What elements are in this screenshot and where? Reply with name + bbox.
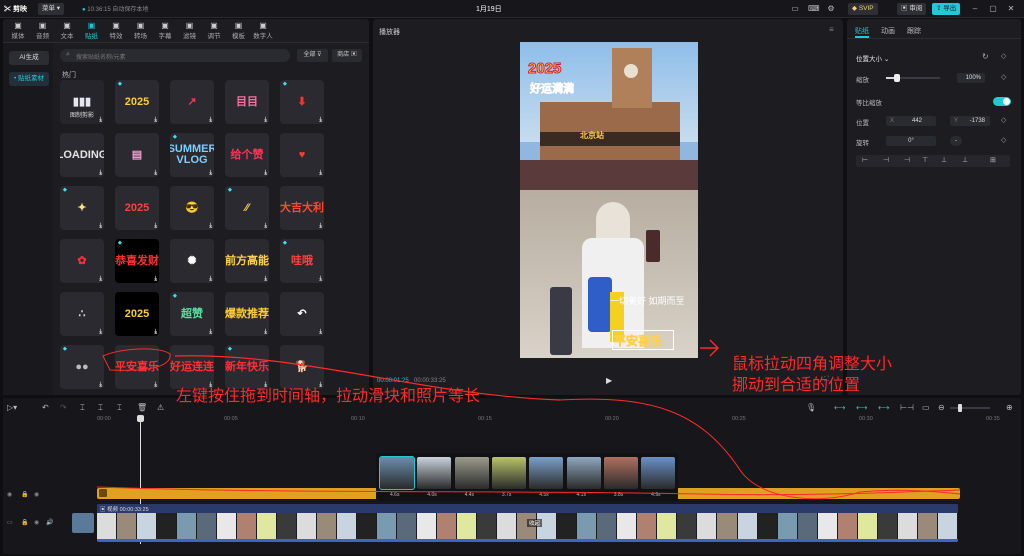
drag-hint-annotation: 左键按住拖到时间轴，拉动滑块和照片等长 xyxy=(176,386,481,405)
annotation-lines xyxy=(96,339,961,500)
resize-hint-annotation-2: 挪动到合适的位置 xyxy=(732,375,861,394)
